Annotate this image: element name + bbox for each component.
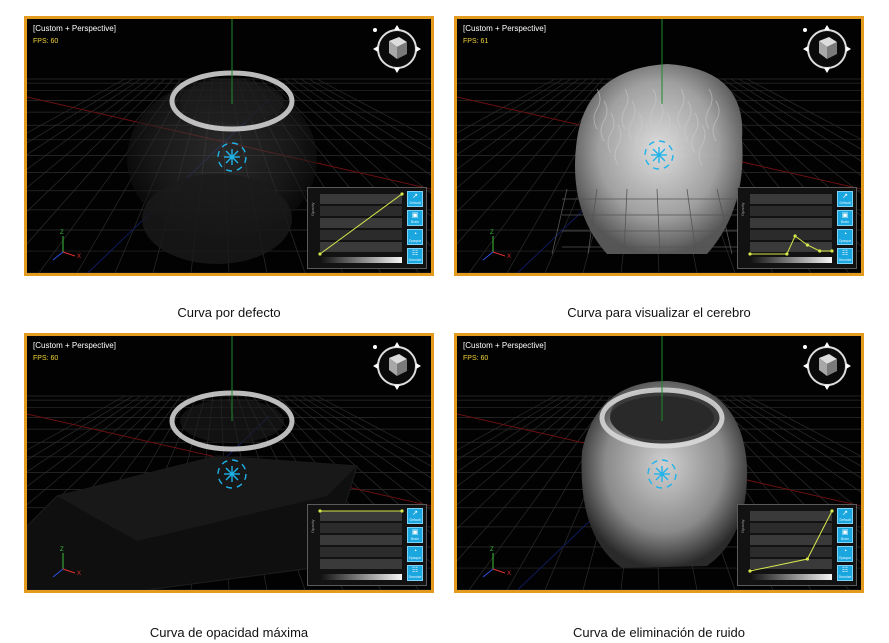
curve-control-point[interactable] [400, 192, 404, 196]
svg-text:X: X [77, 254, 81, 260]
preset-button-label: Brain [410, 220, 420, 224]
preset-icon: ☷ [841, 250, 849, 257]
preset-button-default[interactable]: ↗ Default [837, 191, 853, 207]
intensity-gradient-bar [750, 574, 832, 580]
preset-button-denoise[interactable]: ☷ Denoise [837, 565, 853, 581]
svg-text:X: X [507, 254, 511, 260]
preset-button-brain[interactable]: ▣ Brain [837, 527, 853, 543]
preset-icon: ▣ [411, 529, 419, 536]
preset-button-default[interactable]: ↗ Default [407, 508, 423, 524]
preset-icon: ◔ [412, 548, 418, 555]
preset-button-brain[interactable]: ▣ Brain [837, 210, 853, 226]
opacity-curve-editor[interactable] [310, 507, 404, 585]
viewport-panel-denoise[interactable]: ZX [Custom + Perspective] FPS: 60 Opacit… [454, 333, 864, 593]
preset-icon: ◔ [412, 231, 418, 238]
preset-icon: ↗ [412, 193, 418, 200]
preset-button-opaque[interactable]: ◔ Opaque [407, 546, 423, 562]
svg-text:Z: Z [60, 547, 64, 553]
transfer-function-panel[interactable]: Opacity ↗ Default ▣ Brain ◔ Opaque ☷ Denoise [737, 187, 857, 269]
transfer-function-panel[interactable]: Opacity ↗ Default ▣ Brain ◔ Opaque ☷ Denoise [307, 504, 427, 586]
fps-counter: FPS: 61 [463, 38, 489, 45]
preset-button-default[interactable]: ↗ Default [837, 508, 853, 524]
opacity-curve-editor[interactable] [740, 190, 834, 268]
viewport-title[interactable]: [Custom + Perspective] [463, 341, 546, 350]
preset-button-label: Opaque [838, 556, 852, 560]
preset-button-label: Opaque [838, 239, 852, 243]
preset-button-denoise[interactable]: ☷ Denoise [407, 565, 423, 581]
curve-control-point[interactable] [748, 569, 752, 573]
preset-button-brain[interactable]: ▣ Brain [407, 527, 423, 543]
svg-text:Z: Z [60, 230, 64, 236]
preset-button-label: Denoise [408, 258, 422, 262]
preset-icon: ☷ [411, 250, 419, 257]
fps-counter: FPS: 60 [33, 38, 59, 45]
viewport-panel-brain[interactable]: ZX [Custom + Perspective] FPS: 61 Opacit… [454, 16, 864, 276]
preset-icon: ◔ [842, 231, 848, 238]
preset-button-label: Denoise [838, 575, 852, 579]
svg-text:Z: Z [490, 230, 494, 236]
viewport-title[interactable]: [Custom + Perspective] [463, 24, 546, 33]
preset-icon: ↗ [842, 193, 848, 200]
preset-button-label: Brain [840, 537, 850, 541]
preset-button-opaque[interactable]: ◔ Opaque [407, 229, 423, 245]
preset-button-label: Brain [410, 537, 420, 541]
curve-control-point[interactable] [818, 249, 822, 253]
opacity-curve-editor[interactable] [310, 190, 404, 268]
curve-control-point[interactable] [805, 557, 809, 561]
preset-button-label: Default [839, 518, 851, 522]
preset-button-brain[interactable]: ▣ Brain [407, 210, 423, 226]
preset-icon: ▣ [841, 212, 849, 219]
preset-button-label: Default [409, 518, 421, 522]
preset-button-denoise[interactable]: ☷ Denoise [837, 248, 853, 264]
preset-button-label: Default [409, 201, 421, 205]
preset-icon: ☷ [411, 567, 419, 574]
curve-control-point[interactable] [318, 252, 322, 256]
fps-counter: FPS: 60 [33, 355, 59, 362]
viewport-panel-default[interactable]: ZX [Custom + Perspective] FPS: 60 Opacit… [24, 16, 434, 276]
curve-control-point[interactable] [785, 252, 789, 256]
preset-button-label: Denoise [838, 258, 852, 262]
preset-icon: ↗ [842, 510, 848, 517]
curve-control-point[interactable] [318, 509, 322, 513]
preset-icon: ▣ [841, 529, 849, 536]
viewport-title[interactable]: [Custom + Perspective] [33, 24, 116, 33]
intensity-gradient-bar [750, 257, 832, 263]
caption-opaque: Curva de opacidad máxima [149, 625, 309, 640]
viewport-title[interactable]: [Custom + Perspective] [33, 341, 116, 350]
caption-denoise: Curva de eliminación de ruido [573, 625, 745, 640]
caption-default: Curva por defecto [177, 305, 281, 320]
svg-text:X: X [507, 571, 511, 577]
preset-button-opaque[interactable]: ◔ Opaque [837, 229, 853, 245]
preset-button-label: Brain [840, 220, 850, 224]
fps-counter: FPS: 60 [463, 355, 489, 362]
svg-text:Z: Z [490, 547, 494, 553]
curve-control-point[interactable] [830, 509, 834, 513]
svg-text:X: X [77, 571, 81, 577]
preset-button-denoise[interactable]: ☷ Denoise [407, 248, 423, 264]
curve-control-point[interactable] [805, 243, 809, 247]
opacity-curve-editor[interactable] [740, 507, 834, 585]
preset-button-label: Opaque [408, 556, 422, 560]
preset-icon: ☷ [841, 567, 849, 574]
viewport-panel-opaque[interactable]: ZX [Custom + Perspective] FPS: 60 Opacit… [24, 333, 434, 593]
intensity-gradient-bar [320, 257, 402, 263]
curve-control-point[interactable] [793, 234, 797, 238]
caption-brain: Curva para visualizar el cerebro [567, 305, 751, 320]
curve-control-point[interactable] [400, 509, 404, 513]
preset-icon: ▣ [411, 212, 419, 219]
preset-button-label: Denoise [408, 575, 422, 579]
preset-button-label: Default [839, 201, 851, 205]
preset-button-opaque[interactable]: ◔ Opaque [837, 546, 853, 562]
preset-icon: ◔ [842, 548, 848, 555]
intensity-gradient-bar [320, 574, 402, 580]
preset-button-default[interactable]: ↗ Default [407, 191, 423, 207]
curve-control-point[interactable] [748, 252, 752, 256]
preset-button-label: Opaque [408, 239, 422, 243]
curve-control-point[interactable] [830, 249, 834, 253]
preset-icon: ↗ [412, 510, 418, 517]
transfer-function-panel[interactable]: Opacity ↗ Default ▣ Brain ◔ Opaque ☷ Denoise [307, 187, 427, 269]
transfer-function-panel[interactable]: Opacity ↗ Default ▣ Brain ◔ Opaque ☷ Denoise [737, 504, 857, 586]
